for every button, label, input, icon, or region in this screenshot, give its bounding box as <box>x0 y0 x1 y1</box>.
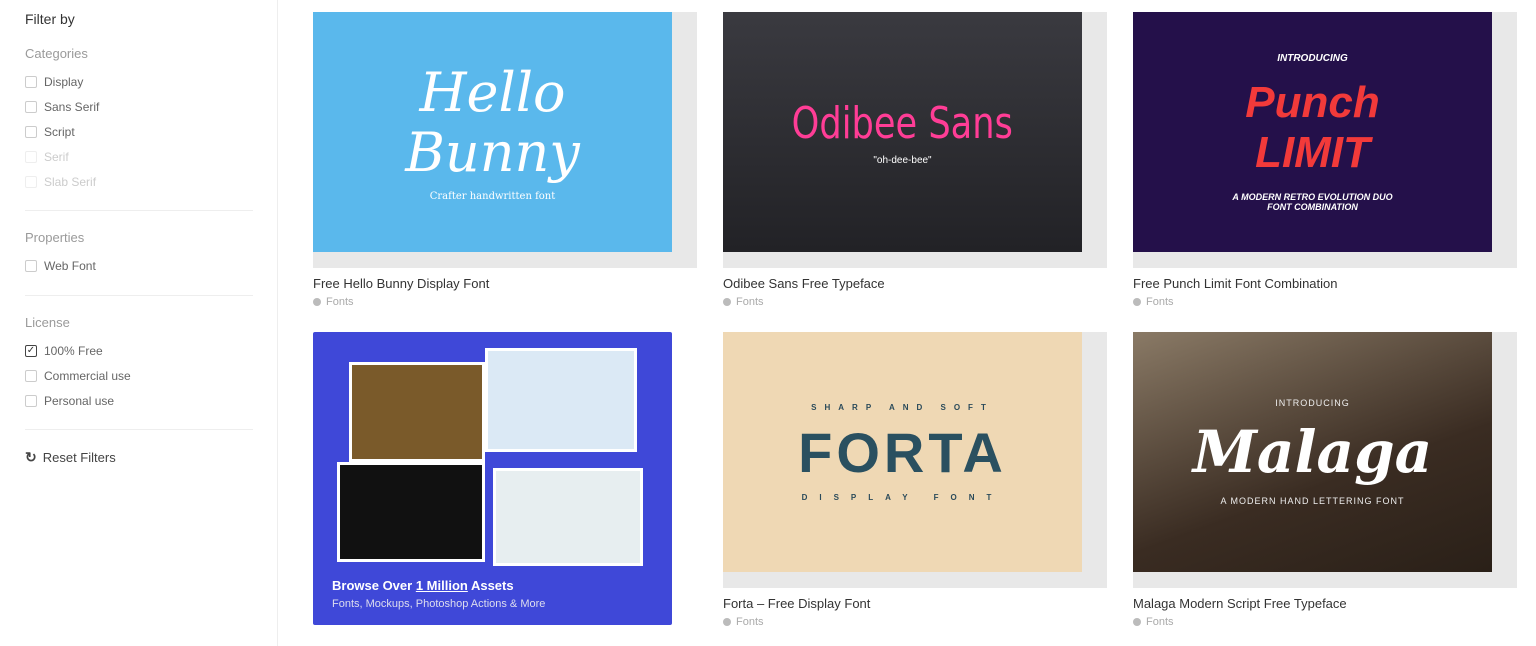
properties-section: Properties Web Font <box>25 230 253 278</box>
divider <box>25 210 253 211</box>
option-label: Slab Serif <box>44 174 97 189</box>
card-tag[interactable]: Fonts <box>313 296 354 308</box>
tag-label: Fonts <box>326 296 354 308</box>
image-art-text: Punch LIMIT <box>1245 77 1380 177</box>
filter-personal-use[interactable]: Personal use <box>25 388 253 413</box>
dot-icon <box>313 298 321 306</box>
card-image[interactable]: INTRODUCING Malaga A MODERN HAND LETTERI… <box>1133 332 1492 572</box>
divider <box>25 295 253 296</box>
image-art-subtext: A MODERN HAND LETTERING FONT <box>1220 496 1405 506</box>
option-label: Sans Serif <box>44 99 100 114</box>
option-label: 100% Free <box>44 343 103 358</box>
option-label: Serif <box>44 149 69 164</box>
checkbox[interactable] <box>25 369 37 382</box>
option-label: Commercial use <box>44 368 131 383</box>
promo-subtext: Fonts, Mockups, Photoshop Actions & More <box>332 598 546 610</box>
card-image[interactable]: INTRODUCING Punch LIMIT A MODERN RETRO E… <box>1133 12 1492 252</box>
checkbox[interactable] <box>25 75 37 88</box>
card-tag[interactable]: Fonts <box>1133 296 1174 308</box>
filter-web-font[interactable]: Web Font <box>25 253 253 278</box>
card-title[interactable]: Malaga Modern Script Free Typeface <box>1133 596 1347 611</box>
divider <box>25 429 253 430</box>
checkbox <box>25 175 37 188</box>
image-art-text: Odibee Sans <box>791 98 1014 149</box>
card-image[interactable]: Odibee Sans "oh-dee-bee" <box>723 12 1082 252</box>
image-art-text: FORTA <box>798 420 1007 484</box>
dot-icon <box>1133 618 1141 626</box>
filter-100-free[interactable]: ✓ 100% Free <box>25 338 253 363</box>
properties-heading: Properties <box>25 230 85 245</box>
image-art-subtext: "oh-dee-bee" <box>873 155 932 166</box>
image-art-top: INTRODUCING <box>1275 398 1350 408</box>
checkbox[interactable] <box>25 394 37 407</box>
promo-banner[interactable]: Browse Over 1 Million Assets Fonts, Mock… <box>313 332 672 625</box>
promo-image-tshirt <box>349 362 485 462</box>
refresh-icon: ↻ <box>25 449 37 465</box>
card-image[interactable]: SHARP AND SOFT FORTA DISPLAY FONT <box>723 332 1082 572</box>
card-tag[interactable]: Fonts <box>723 296 764 308</box>
card-title[interactable]: Forta – Free Display Font <box>723 596 870 611</box>
option-label: Web Font <box>44 258 96 273</box>
tag-label: Fonts <box>1146 296 1174 308</box>
checkbox[interactable] <box>25 259 37 272</box>
image-art-subtext: A MODERN RETRO EVOLUTION DUO FONT COMBIN… <box>1232 191 1393 212</box>
dot-icon <box>723 618 731 626</box>
filter-sans-serif[interactable]: Sans Serif <box>25 94 253 119</box>
image-art-top: SHARP AND SOFT <box>811 402 994 412</box>
tag-label: Fonts <box>736 616 764 628</box>
checkbox[interactable] <box>25 125 37 138</box>
filter-script[interactable]: Script <box>25 119 253 144</box>
tag-label: Fonts <box>736 296 764 308</box>
checkbox-checked[interactable]: ✓ <box>25 344 37 357</box>
filter-slab-serif: Slab Serif <box>25 169 253 194</box>
tag-label: Fonts <box>1146 616 1174 628</box>
dot-icon <box>1133 298 1141 306</box>
image-art-subtext: DISPLAY FONT <box>801 492 1004 502</box>
promo-link[interactable]: 1 Million <box>416 578 468 593</box>
card-title[interactable]: Free Hello Bunny Display Font <box>313 276 489 291</box>
image-art-text: Hello Bunny <box>405 60 580 184</box>
image-art-top: INTRODUCING <box>1277 52 1348 64</box>
image-art-subtext: Crafter handwritten font <box>429 190 556 202</box>
card-image[interactable]: Hello Bunny Crafter handwritten font <box>313 12 672 252</box>
promo-heading: Browse Over 1 Million Assets <box>332 578 514 593</box>
dot-icon <box>723 298 731 306</box>
image-art-text: Malaga <box>1192 418 1433 486</box>
promo-image-laptop <box>337 462 485 562</box>
filter-serif: Serif <box>25 144 253 169</box>
promo-image-splash <box>493 468 643 566</box>
card-tag[interactable]: Fonts <box>1133 616 1174 628</box>
card-title[interactable]: Free Punch Limit Font Combination <box>1133 276 1337 291</box>
reset-filters-button[interactable]: ↻ Reset Filters <box>25 449 116 466</box>
categories-section: Categories Display Sans Serif Script Ser… <box>25 46 253 194</box>
checkbox[interactable] <box>25 100 37 113</box>
license-section: License ✓ 100% Free Commercial use Person… <box>25 315 253 413</box>
promo-image-chamelia <box>485 348 637 452</box>
reset-label: Reset Filters <box>42 450 116 465</box>
option-label: Personal use <box>44 393 115 408</box>
option-label: Script <box>44 124 75 139</box>
card-tag[interactable]: Fonts <box>723 616 764 628</box>
checkbox <box>25 150 37 163</box>
license-heading: License <box>25 315 70 330</box>
filter-display[interactable]: Display <box>25 69 253 94</box>
filter-title: Filter by <box>25 11 75 27</box>
filter-sidebar: Filter by Categories Display Sans Serif … <box>0 0 278 646</box>
option-label: Display <box>44 74 84 89</box>
filter-commercial-use[interactable]: Commercial use <box>25 363 253 388</box>
card-title[interactable]: Odibee Sans Free Typeface <box>723 276 885 291</box>
categories-heading: Categories <box>25 46 88 61</box>
